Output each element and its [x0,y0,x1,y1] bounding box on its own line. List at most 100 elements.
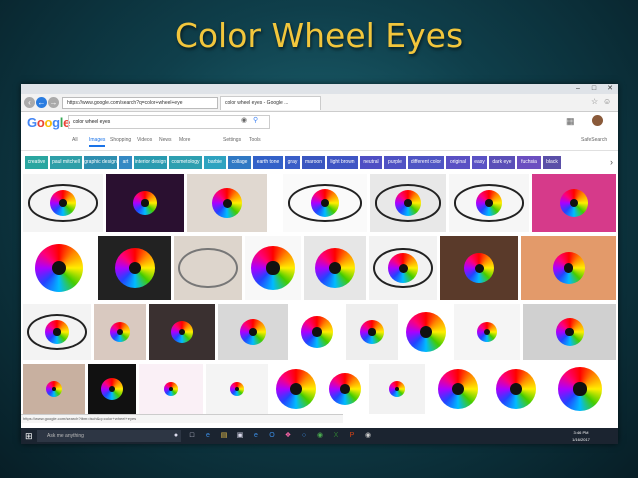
status-bar-url: https://www.google.com/search?tbm=isch&q… [21,414,343,423]
result-image[interactable] [174,236,242,300]
result-image[interactable] [245,236,301,300]
powerpoint-icon[interactable]: P [347,431,357,441]
result-image[interactable] [94,304,146,360]
file-explorer-icon[interactable]: ▤ [219,431,229,441]
tab-news[interactable]: News [159,137,172,143]
result-image[interactable] [346,304,398,360]
app-icon[interactable]: ❖ [283,431,293,441]
result-image[interactable] [544,364,616,414]
store-icon[interactable]: ▣ [235,431,245,441]
browser-window: – □ ✕ ‹ ← → https://www.google.com/searc… [21,84,618,444]
microphone-icon[interactable]: ● [171,431,181,441]
chip-item[interactable]: gray [285,156,300,169]
camera-icon[interactable]: ◉ [241,115,247,127]
result-image[interactable] [23,304,91,360]
chip-item[interactable]: different color [408,156,444,169]
avatar[interactable] [592,115,603,126]
chip-item[interactable]: maroon [302,156,325,169]
back-icon[interactable]: ‹ [24,97,35,108]
ie-icon[interactable]: e [251,431,261,441]
tab-more[interactable]: More [179,137,190,143]
cortana-search-input[interactable]: Ask me anything [37,430,181,442]
tab-shopping[interactable]: Shopping [110,137,131,143]
search-input[interactable]: color wheel eyes [68,115,270,129]
result-image[interactable] [449,174,529,232]
result-image[interactable] [523,304,616,360]
result-image[interactable] [532,174,616,232]
chip-item[interactable]: black [543,156,561,169]
result-image[interactable] [88,364,136,414]
result-image[interactable] [283,174,367,232]
taskbar-clock[interactable]: 3:46 PM 1/16/2017 [566,429,596,443]
result-image[interactable] [23,174,103,232]
browser-tab[interactable]: color wheel eyes - Google ... [220,96,321,110]
chip-item[interactable]: earth tone [253,156,283,169]
url-field[interactable]: https://www.google.com/search?q=color+wh… [62,97,218,109]
chevron-right-icon[interactable]: › [605,156,618,169]
chip-item[interactable]: interior design [134,156,167,169]
result-image[interactable] [139,364,203,414]
result-image[interactable] [291,304,343,360]
chip-item[interactable]: original [446,156,470,169]
tab-videos[interactable]: Videos [137,137,152,143]
result-image[interactable] [218,304,288,360]
result-image[interactable] [324,364,366,414]
search-icon[interactable]: ⚲ [253,115,258,127]
maximize-icon[interactable]: □ [586,84,602,94]
result-image[interactable] [401,304,451,360]
google-header: Google color wheel eyes ◉ ⚲ All Images S… [21,112,618,151]
result-image[interactable] [106,174,184,232]
chrome-icon[interactable]: ◉ [315,431,325,441]
result-image[interactable] [369,236,437,300]
chip-item[interactable]: collage [228,156,251,169]
app-window-icon[interactable]: ◉ [363,431,373,441]
tab-images[interactable]: Images [89,137,106,147]
close-icon[interactable]: ✕ [602,84,618,94]
browser-titlebar: – □ ✕ [21,84,618,94]
chip-item[interactable]: fuchsia [517,156,541,169]
safesearch-menu[interactable]: SafeSearch [581,137,607,143]
result-image[interactable] [149,304,215,360]
excel-icon[interactable]: X [331,431,341,441]
back-arrow-icon[interactable]: ← [36,97,47,108]
result-image[interactable] [369,364,425,414]
chip-item[interactable]: easy [472,156,487,169]
chip-item[interactable]: graphic design [84,156,117,169]
result-image[interactable] [304,236,366,300]
smiley-icon[interactable]: ☺ [603,97,611,107]
apps-grid-icon[interactable]: ▦ [566,116,575,127]
task-view-icon[interactable]: □ [187,431,197,441]
minimize-icon[interactable]: – [570,84,586,94]
forward-icon[interactable]: → [48,97,59,108]
result-image[interactable] [187,174,267,232]
chip-item[interactable]: purple [384,156,406,169]
browser-app-icon[interactable]: ○ [299,431,309,441]
result-image[interactable] [23,236,95,300]
result-image[interactable] [271,364,321,414]
star-icon[interactable]: ☆ [591,97,598,107]
result-image[interactable] [440,236,518,300]
windows-start-icon[interactable]: ⊞ [25,431,33,441]
google-logo[interactable]: Google [27,115,70,130]
result-image[interactable] [370,174,446,232]
chip-item[interactable]: barbie [204,156,226,169]
tab-settings[interactable]: Settings [223,137,241,143]
chip-item[interactable]: creative [25,156,48,169]
result-image[interactable] [428,364,488,414]
result-image[interactable] [23,364,85,414]
tab-all[interactable]: All [72,137,78,143]
tab-tools[interactable]: Tools [249,137,261,143]
result-image[interactable] [521,236,616,300]
chip-item[interactable]: paul mitchell [50,156,82,169]
chip-item[interactable]: art [119,156,132,169]
outlook-icon[interactable]: O [267,431,277,441]
chip-item[interactable]: neutral [360,156,382,169]
edge-icon[interactable]: e [203,431,213,441]
chip-item[interactable]: light brown [327,156,358,169]
chip-item[interactable]: dark eye [489,156,515,169]
result-image[interactable] [491,364,541,414]
result-image[interactable] [454,304,520,360]
chip-item[interactable]: cosmetology [169,156,202,169]
result-image[interactable] [206,364,268,414]
result-image[interactable] [98,236,171,300]
